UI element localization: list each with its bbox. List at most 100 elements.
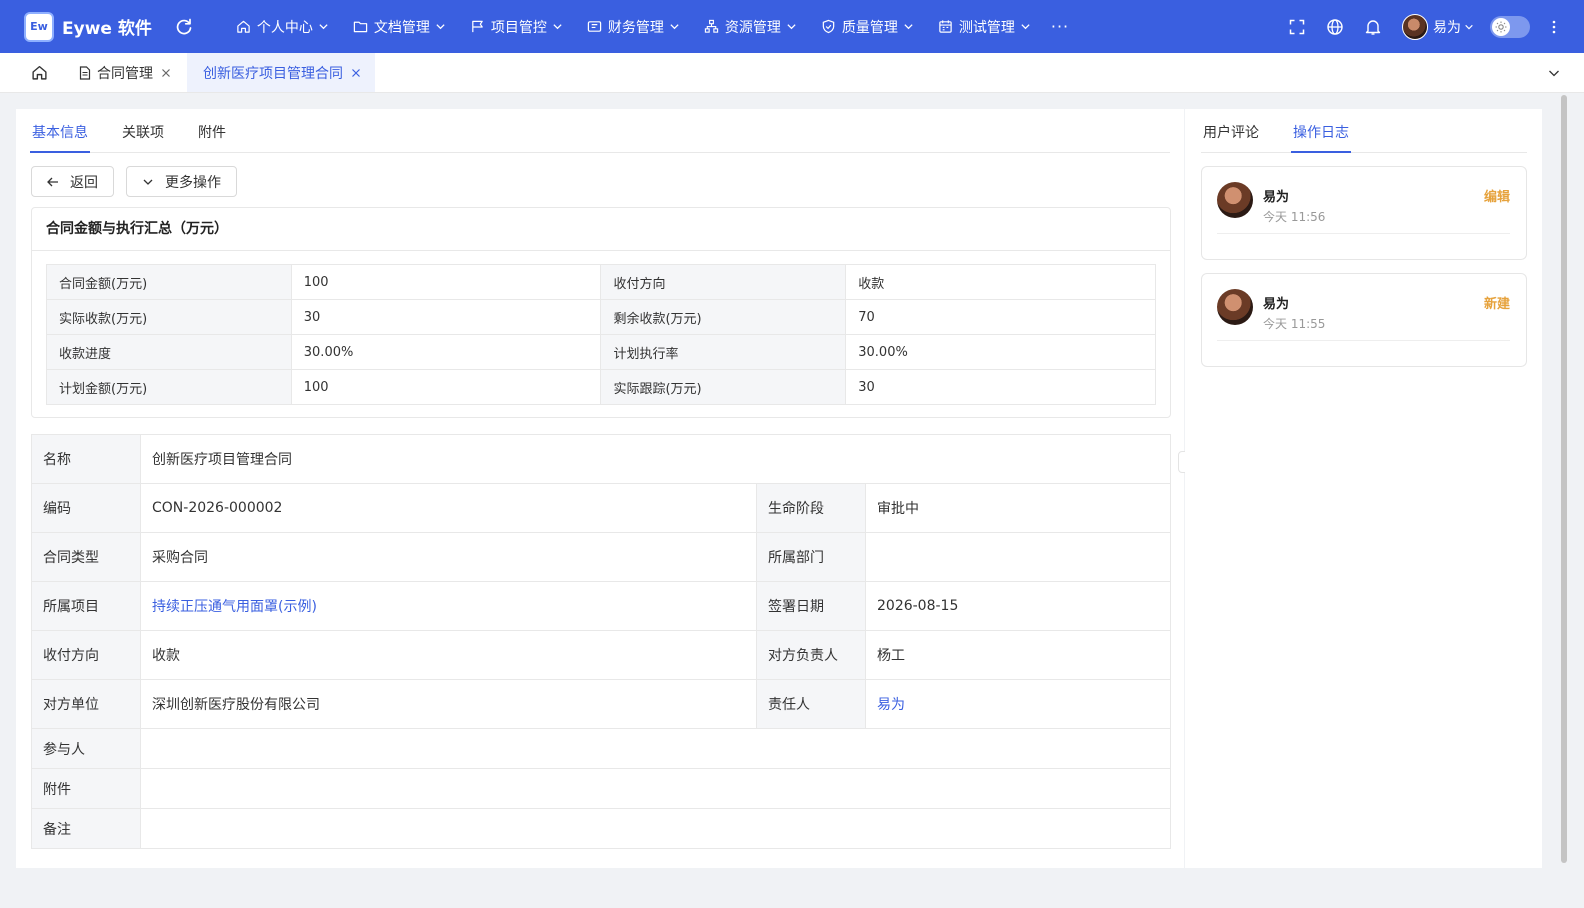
summary-label: 计划执行率	[600, 334, 847, 370]
user-name[interactable]: 易为	[1433, 17, 1461, 37]
field-label: 参与人	[31, 728, 141, 769]
tab-contract-management[interactable]: 合同管理	[78, 53, 187, 92]
menu-finance-management[interactable]: 财务管理	[575, 0, 692, 53]
summary-value: 30	[845, 369, 1156, 405]
tab-user-comments[interactable]: 用户评论	[1201, 109, 1261, 153]
summary-value: 100	[290, 369, 602, 405]
arrow-left-icon	[47, 177, 58, 186]
home-icon	[237, 20, 250, 33]
avatar	[1217, 182, 1253, 218]
field-value: 采购合同	[140, 532, 757, 582]
table-row: 附件	[31, 768, 1171, 809]
scrollbar-thumb[interactable]	[1561, 95, 1567, 863]
field-label: 对方负责人	[756, 630, 866, 680]
field-value: 深圳创新医疗股份有限公司	[140, 679, 757, 729]
subtab-related-items[interactable]: 关联项	[120, 109, 166, 153]
summary-value: 30.00%	[845, 334, 1156, 370]
field-label: 对方单位	[31, 679, 141, 729]
field-label: 所属部门	[756, 532, 866, 582]
activity-panel: 用户评论 操作日志 易为 今天 11:56 编辑 易为 今天 11:55 新建	[1185, 109, 1542, 868]
menu-personal-center[interactable]: 个人中心	[224, 0, 341, 53]
contract-name-value: 创新医疗项目管理合同	[140, 434, 1171, 484]
summary-label: 合同金额(万元)	[46, 264, 292, 300]
field-label: 签署日期	[756, 581, 866, 631]
tab-contract-detail[interactable]: 创新医疗项目管理合同	[187, 53, 375, 92]
divider	[1217, 233, 1510, 234]
owner-link[interactable]: 易为	[865, 679, 1171, 729]
menu-quality-management[interactable]: 质量管理	[809, 0, 926, 53]
menu-resource-management[interactable]: 资源管理	[692, 0, 809, 53]
table-row: 所属项目 持续正压通气用面罩(示例) 签署日期 2026-08-15	[31, 581, 1171, 631]
summary-value: 收款	[845, 264, 1156, 300]
app-name: Eywe 软件	[62, 19, 152, 39]
main-menu: 个人中心 文档管理 项目管控 财务管理 资源管理 质量管理 测试管理 ···	[224, 0, 1069, 53]
refresh-icon[interactable]	[174, 17, 194, 37]
summary-title: 合同金额与执行汇总（万元）	[32, 208, 1170, 251]
log-user: 易为	[1263, 190, 1290, 205]
field-label: 生命阶段	[756, 483, 866, 533]
contract-detail-panel: 基本信息 关联项 附件 返回 更多操作 合同金额与执行汇总（万元） 合同金额(万…	[16, 109, 1184, 868]
table-row: 实际收款(万元) 30 剩余收款(万元) 70	[46, 299, 1156, 335]
subtab-basic-info[interactable]: 基本信息	[30, 109, 90, 153]
log-time: 今天 11:56	[1263, 210, 1326, 224]
menu-project-control[interactable]: 项目管控	[458, 0, 575, 53]
sun-icon	[1495, 21, 1507, 32]
log-entry: 易为 今天 11:56 编辑	[1201, 166, 1527, 260]
globe-icon[interactable]	[1326, 18, 1344, 36]
bell-icon[interactable]	[1364, 18, 1382, 36]
chevron-down-icon	[787, 24, 796, 30]
table-row: 收付方向 收款 对方负责人 杨工	[31, 630, 1171, 680]
summary-label: 收款进度	[46, 334, 292, 370]
more-actions-button[interactable]: 更多操作	[126, 166, 237, 197]
more-actions-label: 更多操作	[165, 174, 221, 191]
field-label: 所属项目	[31, 581, 141, 631]
table-row: 合同类型 采购合同 所属部门	[31, 532, 1171, 582]
chevron-down-icon	[436, 24, 445, 30]
chevron-down-icon	[553, 24, 562, 30]
theme-toggle[interactable]	[1490, 15, 1530, 38]
back-button-label: 返回	[70, 174, 98, 191]
theme-toggle-knob	[1492, 17, 1510, 36]
summary-table: 合同金额(万元) 100 收付方向 收款 实际收款(万元) 30 剩余收款(万元) 70 收款进…	[46, 264, 1156, 405]
menu-label: 文档管理	[373, 19, 430, 36]
subtab-attachments[interactable]: 附件	[196, 109, 228, 153]
menu-document-management[interactable]: 文档管理	[341, 0, 458, 53]
back-button[interactable]: 返回	[31, 166, 114, 197]
tab-home[interactable]	[0, 53, 78, 92]
close-icon[interactable]	[161, 68, 171, 78]
table-row: 收款进度 30.00% 计划执行率 30.00%	[46, 334, 1156, 370]
log-entry: 易为 今天 11:55 新建	[1201, 273, 1527, 367]
menu-more-button[interactable]: ···	[1051, 17, 1069, 36]
more-vertical-icon[interactable]	[1546, 19, 1562, 35]
chevron-down-icon[interactable]	[1464, 22, 1474, 32]
detail-subtabs: 基本信息 关联项 附件	[30, 109, 1170, 153]
field-value	[140, 768, 1171, 809]
field-value: 2026-08-15	[865, 581, 1171, 631]
summary-value: 30	[290, 299, 602, 335]
tab-label: 合同管理	[97, 65, 153, 82]
table-row: 名称 创新医疗项目管理合同	[31, 434, 1171, 484]
fullscreen-icon[interactable]	[1288, 18, 1306, 36]
project-link[interactable]: 持续正压通气用面罩(示例)	[140, 581, 757, 631]
table-row: 编码 CON-2026-000002 生命阶段 审批中	[31, 483, 1171, 533]
menu-label: 财务管理	[607, 19, 664, 36]
tab-operation-log[interactable]: 操作日志	[1291, 109, 1351, 153]
app-logo[interactable]: Ew Eywe 软件	[24, 11, 152, 42]
summary-label: 实际收款(万元)	[46, 299, 292, 335]
field-value: 收款	[140, 630, 757, 680]
page-scrollbar[interactable]	[1560, 93, 1568, 868]
log-time: 今天 11:55	[1263, 317, 1326, 331]
divider	[1217, 340, 1510, 341]
flag-icon	[472, 20, 483, 33]
field-label: 责任人	[756, 679, 866, 729]
menu-label: 资源管理	[724, 19, 781, 36]
table-row: 合同金额(万元) 100 收付方向 收款	[46, 264, 1156, 300]
close-icon[interactable]	[351, 68, 361, 78]
table-row: 对方单位 深圳创新医疗股份有限公司 责任人 易为	[31, 679, 1171, 729]
chevron-down-icon[interactable]	[1548, 67, 1560, 79]
user-avatar[interactable]	[1402, 13, 1428, 40]
menu-test-management[interactable]: 测试管理	[926, 0, 1043, 53]
folder-icon	[353, 21, 368, 33]
table-row: 备注	[31, 808, 1171, 849]
field-value	[865, 532, 1171, 582]
